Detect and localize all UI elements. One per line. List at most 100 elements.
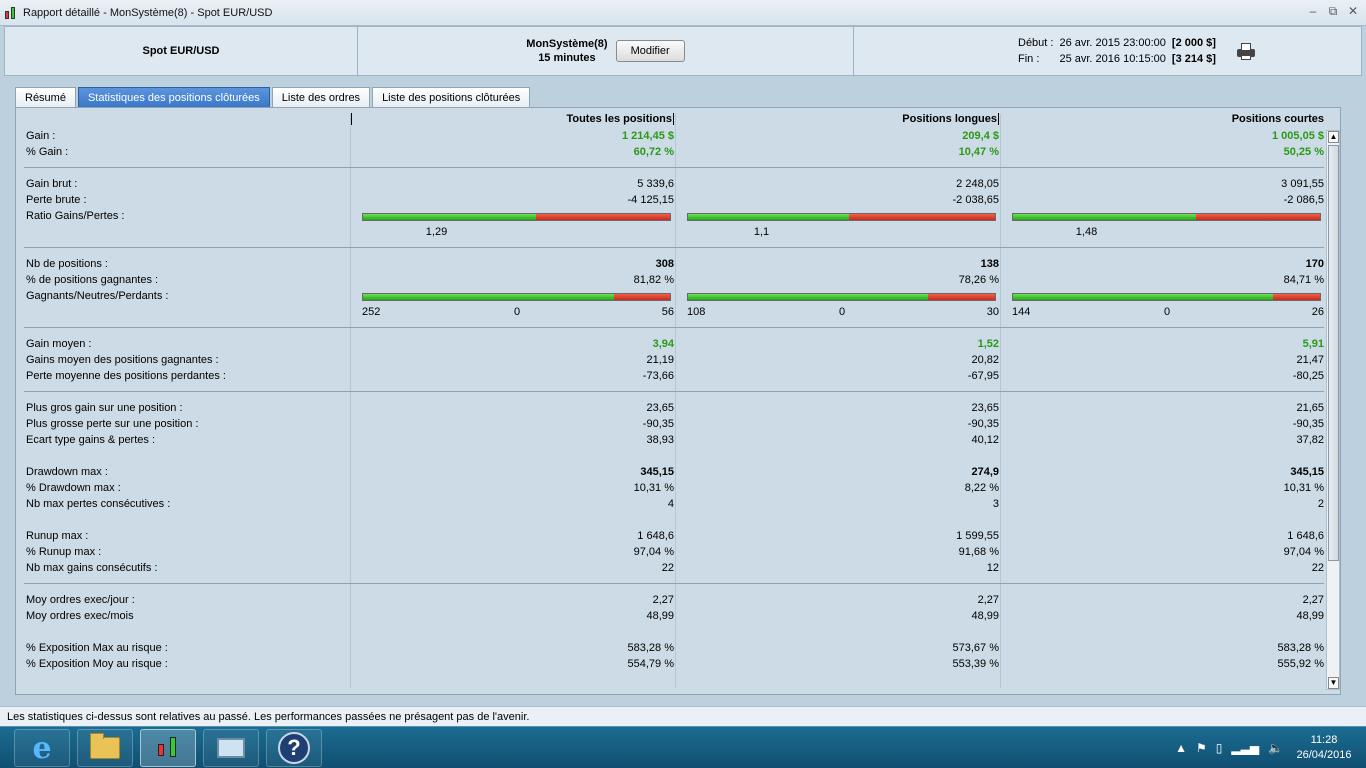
- stat-value: 21,65: [1296, 402, 1324, 414]
- stat-row-pct-gain: % Gain : 60,72 % 10,47 % 50,25 %: [16, 145, 1336, 161]
- stat-value: -4 125,15: [627, 194, 674, 206]
- ratio-bar-gain: [1013, 214, 1197, 220]
- stat-value: 40,12: [971, 434, 999, 446]
- ratio-bar: [362, 213, 671, 221]
- stat-label: Moy ordres exec/jour :: [26, 594, 135, 606]
- stat-label: Plus gros gain sur une position :: [26, 402, 183, 414]
- win-loss-bar-wins: [688, 294, 929, 300]
- file-explorer-icon[interactable]: [77, 729, 133, 767]
- stat-value: 274,9: [971, 466, 999, 478]
- stat-row-ratio: Ratio Gains/Pertes : 1,29 1,1 1,48: [16, 209, 1336, 238]
- stat-row-gnp: Gagnants/Neutres/Perdants : 252 0 56 108 0 30 1…: [16, 289, 1336, 318]
- tray-expand-icon[interactable]: ▲: [1175, 741, 1187, 755]
- stat-label: Nb max pertes consécutives :: [26, 498, 171, 510]
- section-divider: [24, 327, 1324, 328]
- stat-value: -90,35: [967, 418, 999, 430]
- stat-row-runup: Runup max : 1 648,6 1 599,55 1 648,6: [16, 529, 1336, 545]
- stat-value: 5 339,6: [637, 178, 674, 190]
- printer-icon[interactable]: [1236, 42, 1256, 60]
- section-divider: [24, 391, 1324, 392]
- section-divider: [24, 583, 1324, 584]
- stat-value: 1 599,55: [956, 530, 999, 542]
- neutral-count: 0: [1164, 306, 1171, 318]
- trading-app-icon[interactable]: [140, 729, 196, 767]
- title-bar: Rapport détaillé - MonSystème(8) - Spot …: [0, 0, 1366, 26]
- stat-value: 170: [1305, 258, 1324, 270]
- stat-value: 10,47 %: [958, 146, 999, 158]
- stat-value: 21,19: [646, 354, 674, 366]
- stat-label: Perte brute :: [26, 194, 87, 206]
- stat-value: 22: [661, 562, 674, 574]
- stat-row-pct-winning: % de positions gagnantes : 81,82 % 78,26 %…: [16, 273, 1336, 289]
- stat-value: 48,99: [971, 610, 999, 622]
- ratio-bar: [687, 213, 996, 221]
- win-loss-bar-losses: [1273, 294, 1320, 300]
- start-date: 26 avr. 2015 23:00:00: [1059, 37, 1166, 49]
- clock-date: 26/04/2016: [1296, 749, 1352, 761]
- tab-orders-list[interactable]: Liste des ordres: [271, 87, 371, 107]
- stat-row-max-loss: Plus grosse perte sur une position : -90,…: [16, 417, 1336, 433]
- ratio-value: 1,29: [425, 226, 448, 238]
- stat-label: % Runup max :: [26, 546, 102, 558]
- stat-value: 38,93: [646, 434, 674, 446]
- column-header: Toutes les positions: [374, 113, 674, 126]
- ratio-value: 1,48: [1075, 226, 1098, 238]
- stat-value: 60,72 %: [633, 146, 674, 158]
- tab-closed-positions-stats[interactable]: Statistiques des positions clôturées: [77, 87, 270, 107]
- window-title: Rapport détaillé - MonSystème(8) - Spot …: [23, 6, 273, 19]
- tab-closed-positions-list[interactable]: Liste des positions clôturées: [372, 87, 531, 107]
- stat-value: 573,67 %: [952, 642, 999, 654]
- clock[interactable]: 11:28 26/04/2016: [1292, 733, 1356, 763]
- tab-bar: Résumé Statistiques des positions clôtur…: [15, 87, 531, 107]
- stat-value: -73,66: [642, 370, 674, 382]
- scroll-down-icon[interactable]: ▼: [1328, 677, 1339, 689]
- stat-value: 5,91: [1302, 338, 1324, 350]
- win-loss-bar-losses: [614, 294, 670, 300]
- stat-label: Moy ordres exec/mois: [26, 610, 134, 622]
- stat-row-orders-month: Moy ordres exec/mois 48,99 48,99 48,99: [16, 609, 1336, 625]
- disclaimer-text: Les statistiques ci-dessus sont relative…: [7, 710, 530, 723]
- stat-row-pct-dd: % Drawdown max : 10,31 % 8,22 % 10,31 %: [16, 481, 1336, 497]
- stat-label: Gain brut :: [26, 178, 78, 190]
- stat-value: 554,79 %: [627, 658, 674, 670]
- volume-icon[interactable]: 🔈: [1268, 741, 1283, 755]
- network-icon[interactable]: ▂▃▅: [1231, 741, 1259, 755]
- stat-label: Perte moyenne des positions perdantes :: [26, 370, 226, 382]
- tab-summary[interactable]: Résumé: [15, 87, 76, 107]
- stat-value: 308: [655, 258, 674, 270]
- stat-value: 1,52: [977, 338, 999, 350]
- control-panel-icon[interactable]: [203, 729, 259, 767]
- stat-value: 3 091,55: [1281, 178, 1324, 190]
- stat-value: 345,15: [640, 466, 674, 478]
- stat-row-avg-gain: Gain moyen : 3,94 1,52 5,91: [16, 337, 1336, 353]
- minimize-icon[interactable]: –: [1306, 4, 1320, 19]
- win-loss-bar-losses: [928, 294, 995, 300]
- help-icon[interactable]: ?: [266, 729, 322, 767]
- modify-button[interactable]: Modifier: [615, 40, 685, 62]
- stat-label: Gain moyen :: [26, 338, 92, 350]
- win-loss-bar: [362, 293, 671, 301]
- stat-row-max-consec-gain: Nb max gains consécutifs : 22 12 22: [16, 561, 1336, 577]
- stat-label: Runup max :: [26, 530, 89, 542]
- ratio-bar-loss: [536, 214, 670, 220]
- ratio-value: 1,1: [753, 226, 770, 238]
- ratio-bar: [1012, 213, 1321, 221]
- close-icon[interactable]: ✕: [1346, 4, 1360, 19]
- win-loss-bar-wins: [1013, 294, 1274, 300]
- stat-row-avg-loss: Perte moyenne des positions perdantes : -…: [16, 369, 1336, 385]
- internet-explorer-icon[interactable]: e: [14, 729, 70, 767]
- flag-icon[interactable]: ⚑: [1196, 741, 1207, 755]
- stat-value: 81,82 %: [633, 274, 674, 286]
- stat-value: 48,99: [1296, 610, 1324, 622]
- ratio-bar-loss: [848, 214, 995, 220]
- stat-label: % Exposition Max au risque :: [26, 642, 168, 654]
- stat-value: 8,22 %: [964, 482, 999, 494]
- stat-value: 583,28 %: [1277, 642, 1324, 654]
- power-icon[interactable]: ▯: [1216, 741, 1223, 755]
- column-header-label: Positions courtes: [1231, 113, 1324, 125]
- restore-icon[interactable]: ⧉: [1326, 4, 1340, 19]
- stat-label: Ecart type gains & pertes :: [26, 434, 156, 446]
- stat-row-max-consec-loss: Nb max pertes consécutives : 4 3 2: [16, 497, 1336, 513]
- end-date: 25 avr. 2016 10:15:00: [1059, 53, 1166, 65]
- stat-value: -90,35: [1292, 418, 1324, 430]
